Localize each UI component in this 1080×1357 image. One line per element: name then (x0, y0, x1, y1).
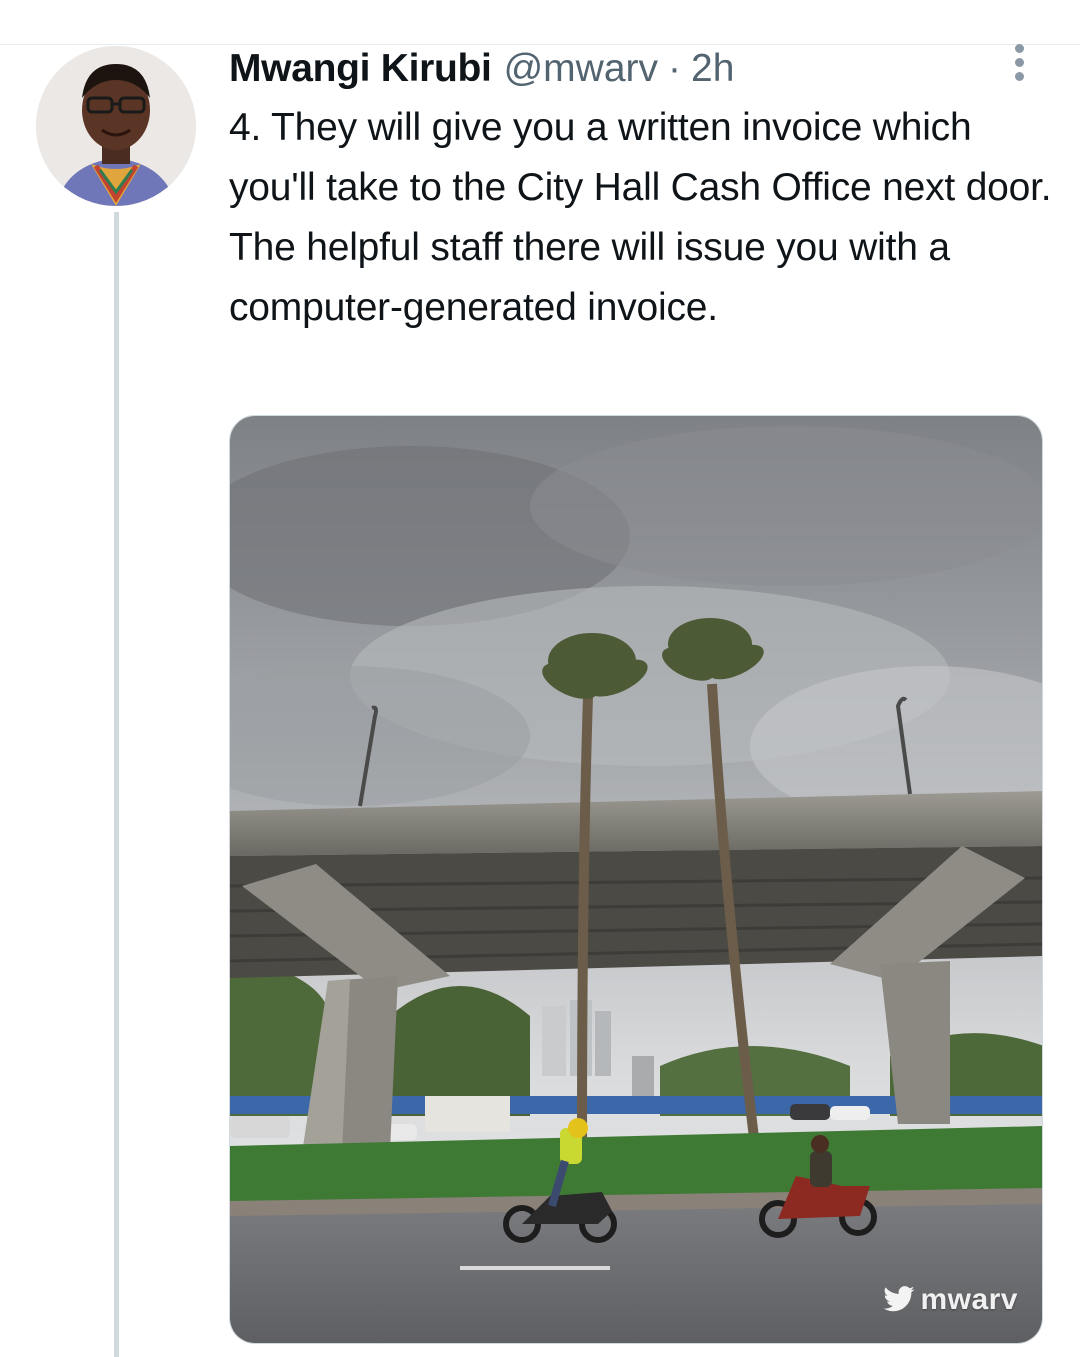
tweet-screen: Mwangi Kirubi @mwarv · 2h 4. They will g… (0, 0, 1080, 1357)
thread-connector-line (114, 212, 119, 1357)
photo-flyover-palms (230, 416, 1042, 1343)
avatar-image (36, 46, 196, 206)
author-display-name[interactable]: Mwangi Kirubi (229, 47, 492, 91)
more-options-icon[interactable] (1005, 44, 1035, 88)
twitter-bird-icon (884, 1286, 915, 1312)
tweet-timestamp[interactable]: 2h (691, 47, 734, 91)
watermark-handle: mwarv (920, 1283, 1018, 1316)
author-handle[interactable]: @mwarv (504, 47, 658, 91)
photo-watermark: mwarv (882, 1283, 1018, 1317)
avatar[interactable] (36, 46, 196, 206)
header-separator: · (668, 47, 682, 90)
tweet-header: Mwangi Kirubi @mwarv · 2h (229, 44, 1029, 94)
tweet-text: 4. They will give you a written invoice … (229, 106, 1052, 329)
tweet-photo[interactable]: mwarv (229, 415, 1043, 1344)
